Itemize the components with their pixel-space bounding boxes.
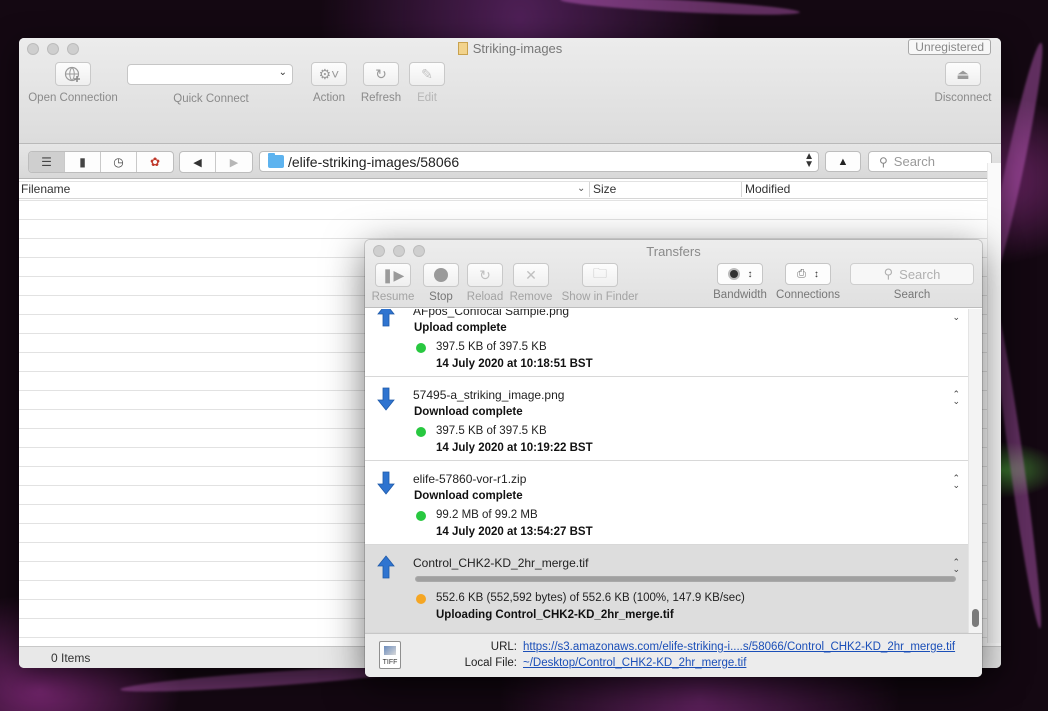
complete-status-dot xyxy=(416,343,426,353)
stop-button[interactable]: Stop xyxy=(421,263,461,303)
download-arrow-icon xyxy=(377,471,395,495)
updown-chevron-icon: ↕ xyxy=(813,268,819,280)
progress-fill xyxy=(416,577,955,581)
transfer-date: 14 July 2020 at 13:54:27 BST xyxy=(436,526,593,538)
empty-row xyxy=(19,163,987,182)
transfers-window: Transfers ❚▶ Resume Stop ↻ Reload ✕ Remo… xyxy=(365,240,982,677)
edit-button[interactable]: ✎ Edit xyxy=(409,62,445,104)
transfer-item-selected[interactable]: Control_CHK2-KD_2hr_merge.tif 552.6 KB (… xyxy=(365,545,968,633)
transfer-filename: 57495-a_striking_image.png xyxy=(413,388,565,402)
transfer-list-scrollbar[interactable] xyxy=(968,309,982,633)
transfer-date: 14 July 2020 at 10:19:22 BST xyxy=(436,442,593,454)
upload-arrow-icon xyxy=(377,555,395,579)
open-connection-button[interactable]: Open Connection xyxy=(27,62,119,104)
transfer-date: 14 July 2020 at 10:18:51 BST xyxy=(436,358,593,370)
updown-chevron-icon: ↕ xyxy=(747,268,753,280)
active-status-dot xyxy=(416,594,426,604)
quick-connect-select[interactable]: ⌄ xyxy=(127,64,293,85)
reload-icon: ↻ xyxy=(467,263,503,287)
transfer-filename: AFpos_Confocal Sample.png xyxy=(413,309,570,318)
transfers-title: Transfers xyxy=(646,244,701,259)
transfer-progress-bar xyxy=(415,576,956,582)
connections-icon: ⎙ xyxy=(797,267,806,280)
bandwidth-select[interactable]: ↕ Bandwidth xyxy=(709,263,771,301)
url-link[interactable]: https://s3.amazonaws.com/elife-striking-… xyxy=(523,641,955,653)
local-file-link[interactable]: ~/Desktop/Control_CHK2-KD_2hr_merge.tif xyxy=(523,657,746,669)
connections-popup[interactable]: ⎙ ↕ xyxy=(785,263,831,285)
complete-status-dot xyxy=(416,511,426,521)
chevron-down-icon: ⌄ xyxy=(278,67,287,78)
gear-icon: ⚙˅ xyxy=(311,62,347,86)
unregistered-button[interactable]: Unregistered xyxy=(908,39,991,55)
empty-row xyxy=(19,201,987,220)
search-icon: ⚲ xyxy=(883,266,894,281)
transfer-item[interactable]: 57495-a_striking_image.png Download comp… xyxy=(365,377,968,461)
quick-connect[interactable]: ⌄ Quick Connect xyxy=(127,62,295,105)
file-list-scrollbar[interactable] xyxy=(987,163,1001,643)
remove-icon: ✕ xyxy=(513,263,549,287)
speedometer-icon xyxy=(727,268,740,280)
background-fiber xyxy=(559,0,801,19)
action-button[interactable]: ⚙˅ Action xyxy=(305,62,353,104)
bandwidth-popup[interactable]: ↕ xyxy=(717,263,763,285)
item-count: 0 Items xyxy=(51,651,91,665)
transfer-filename: Control_CHK2-KD_2hr_merge.tif xyxy=(413,556,589,570)
resume-icon: ❚▶ xyxy=(375,263,411,287)
updown-chevron-icon[interactable]: ⌃ ⌄ xyxy=(952,474,960,490)
window-titlebar: Striking-images Unregistered Open Connec… xyxy=(19,38,1001,144)
scroll-thumb[interactable] xyxy=(972,609,979,627)
document-icon xyxy=(457,42,468,55)
updown-chevron-icon[interactable]: ⌃ ⌄ xyxy=(952,558,960,574)
transfer-details: TIFF URL: https://s3.amazonaws.com/elife… xyxy=(365,633,982,677)
transfers-search[interactable]: ⚲ Search Search xyxy=(849,263,975,301)
refresh-icon: ↻ xyxy=(363,62,399,86)
remove-button[interactable]: ✕ Remove xyxy=(509,263,553,303)
transfer-filename: elife-57860-vor-r1.zip xyxy=(413,472,527,486)
reload-button[interactable]: ↻ Reload xyxy=(464,263,506,303)
transfer-size: 397.5 KB of 397.5 KB xyxy=(436,425,547,437)
disconnect-button[interactable]: ⏏ Disconnect xyxy=(929,62,997,104)
transfer-list: AFpos_Confocal Sample.png Upload complet… xyxy=(365,309,968,633)
transfer-size: 552.6 KB (552,592 bytes) of 552.6 KB (10… xyxy=(436,592,745,604)
download-arrow-icon xyxy=(377,387,395,411)
stop-icon xyxy=(423,263,459,287)
transfer-status: Download complete xyxy=(414,490,523,502)
window-title: Striking-images xyxy=(19,41,1001,56)
url-label: URL: xyxy=(490,641,517,653)
complete-status-dot xyxy=(416,427,426,437)
upload-arrow-icon xyxy=(377,309,395,327)
empty-row xyxy=(19,182,987,201)
refresh-button[interactable]: ↻ Refresh xyxy=(358,62,404,104)
globe-plus-icon xyxy=(55,62,91,86)
transfer-size: 397.5 KB of 397.5 KB xyxy=(436,341,547,353)
resume-button[interactable]: ❚▶ Resume xyxy=(371,263,415,303)
show-in-finder-button[interactable]: 🗀 Show in Finder xyxy=(559,263,641,303)
transfer-status: Upload complete xyxy=(414,322,507,334)
finder-folder-icon: 🗀 xyxy=(582,263,618,287)
updown-chevron-icon[interactable]: ⌃ ⌄ xyxy=(952,390,960,406)
transfer-size: 99.2 MB of 99.2 MB xyxy=(436,509,538,521)
transfer-status: Uploading Control_CHK2-KD_2hr_merge.tif xyxy=(436,609,674,621)
empty-row xyxy=(19,220,987,239)
transfer-item[interactable]: elife-57860-vor-r1.zip Download complete… xyxy=(365,461,968,545)
transfers-titlebar: Transfers ❚▶ Resume Stop ↻ Reload ✕ Remo… xyxy=(365,240,982,308)
local-file-label: Local File: xyxy=(464,657,517,669)
transfers-search-input[interactable]: ⚲ Search xyxy=(850,263,974,285)
eject-icon: ⏏ xyxy=(945,62,981,86)
pencil-icon: ✎ xyxy=(409,62,445,86)
transfer-status: Download complete xyxy=(414,406,523,418)
transfer-item[interactable]: AFpos_Confocal Sample.png Upload complet… xyxy=(365,309,968,377)
connections-select[interactable]: ⎙ ↕ Connections xyxy=(773,263,843,301)
updown-chevron-icon[interactable]: ⌃ ⌄ xyxy=(952,309,960,322)
